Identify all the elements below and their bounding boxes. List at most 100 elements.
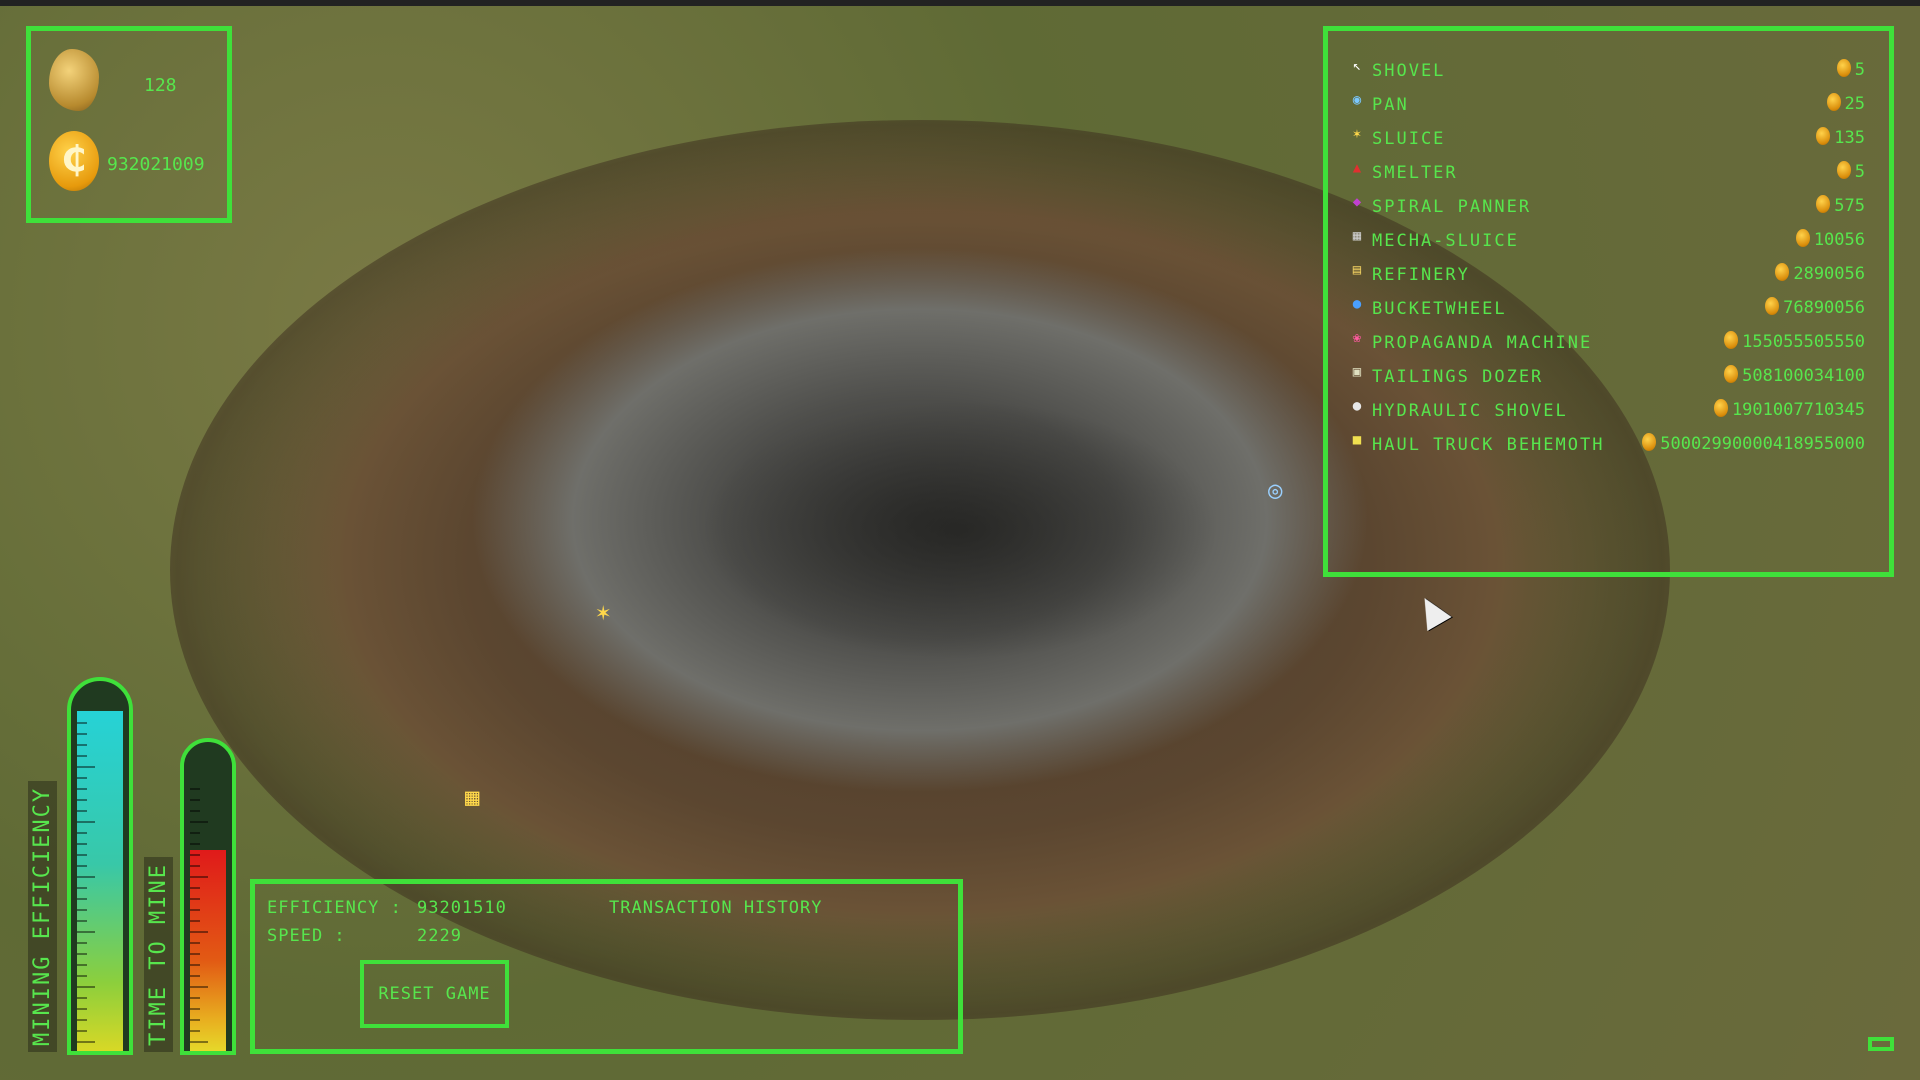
shop-item-cost: 135: [1816, 127, 1865, 148]
gauge-tick: [77, 997, 87, 999]
gauge-tick: [77, 755, 87, 757]
coin-icon: [1775, 263, 1790, 281]
pointer-icon: ↖: [1352, 58, 1362, 74]
shop-item-cost: 5: [1836, 161, 1865, 182]
shop-item-name: HYDRAULIC SHOVEL: [1372, 401, 1568, 421]
gauge-tick: [190, 920, 200, 922]
shop-item-tailings-dozer[interactable]: ▣ TAILINGS DOZER 508100034100: [1348, 363, 1865, 391]
shop-item-propaganda-machine[interactable]: ❀ PROPAGANDA MACHINE 155055505550: [1348, 329, 1865, 357]
shop-item-mecha-sluice[interactable]: ▦ MECHA-SLUICE 10056: [1348, 227, 1865, 255]
gauge-tick: [77, 854, 87, 856]
gauge-tick: [190, 975, 200, 977]
gauge-tick: [190, 986, 208, 988]
shop-item-spiral-panner[interactable]: ◆ SPIRAL PANNER 575: [1348, 193, 1865, 221]
gauge-tick: [190, 953, 200, 955]
gauge-tick: [190, 909, 200, 911]
mining-efficiency-fill: [77, 710, 123, 1051]
gauge-tick: [190, 887, 200, 889]
refinery-icon: ▤: [1352, 262, 1362, 278]
coin-icon: [1713, 399, 1728, 417]
gauge-tick: [77, 986, 95, 988]
mecha-sluice-unit-icon[interactable]: ▦: [465, 783, 479, 811]
gauge-tick: [190, 854, 200, 856]
shop-item-name: SPIRAL PANNER: [1372, 197, 1532, 217]
gold-nugget-count: 128: [144, 75, 177, 96]
gauge-tick: [77, 898, 87, 900]
dozer-icon: ▣: [1352, 364, 1362, 380]
gauge-tick: [77, 1008, 87, 1010]
shop-item-hydraulic-shovel[interactable]: ● HYDRAULIC SHOVEL 1901007710345: [1348, 397, 1865, 425]
shop-item-cost: 575: [1816, 195, 1865, 216]
gauge-tick: [190, 1008, 200, 1010]
shop-item-refinery[interactable]: ▤ REFINERY 2890056: [1348, 261, 1865, 289]
shop-item-name: SHOVEL: [1372, 61, 1446, 81]
gauge-tick: [190, 865, 200, 867]
gauge-tick: [190, 898, 200, 900]
gauge-tick: [77, 964, 87, 966]
mecha-sluice-icon: ▦: [1352, 228, 1362, 244]
coin-icon: [1836, 59, 1851, 77]
gauge-tick: [190, 931, 208, 933]
gauge-tick: [190, 832, 200, 834]
shop-item-bucketwheel[interactable]: ● BUCKETWHEEL 76890056: [1348, 295, 1865, 323]
shop-item-smelter[interactable]: ▲ SMELTER 5: [1348, 159, 1865, 187]
shop-item-cost: 25: [1826, 93, 1865, 114]
gauge-tick: [77, 777, 87, 779]
propaganda-icon: ❀: [1352, 330, 1362, 346]
sluice-unit-icon[interactable]: ✶: [596, 598, 610, 626]
shop-item-haul-truck-behemoth[interactable]: ■ HAUL TRUCK BEHEMOTH 500029900004189550…: [1348, 431, 1865, 459]
gauge-tick: [190, 876, 208, 878]
gauge-tick: [77, 821, 95, 823]
gauge-tick: [77, 865, 87, 867]
coin-icon: [1795, 229, 1810, 247]
gauge-tick: [77, 942, 87, 944]
shop-item-pan[interactable]: ◉ PAN 25: [1348, 91, 1865, 119]
gauge-tick: [77, 975, 87, 977]
coin-icon: [1826, 93, 1841, 111]
gauge-tick: [77, 799, 87, 801]
gauge-tick: [190, 964, 200, 966]
coin-icon: [1724, 331, 1739, 349]
gauge-tick: [190, 1030, 200, 1032]
shop-item-cost: 10056: [1795, 229, 1865, 250]
gauge-tick: [77, 810, 87, 812]
gauge-tick: [77, 832, 87, 834]
gauge-tick: [190, 788, 200, 790]
shop-item-name: REFINERY: [1372, 265, 1470, 285]
gauge-tick: [190, 997, 200, 999]
top-bar: [0, 0, 1920, 6]
shop-item-name: HAUL TRUCK BEHEMOTH: [1372, 435, 1605, 455]
coin-icon: [1816, 127, 1831, 145]
gauge-tick: [77, 1019, 87, 1021]
gauge-tick: [77, 766, 95, 768]
mining-efficiency-label: MINING EFFICIENCY: [28, 780, 57, 1052]
minimize-toggle[interactable]: [1868, 1037, 1894, 1051]
gauge-tick: [190, 799, 200, 801]
hydraulic-shovel-icon: ●: [1352, 398, 1362, 414]
gauge-tick: [190, 942, 200, 944]
shop-item-name: PAN: [1372, 95, 1409, 115]
shop-item-name: SMELTER: [1372, 163, 1458, 183]
transaction-history-link[interactable]: TRANSACTION HISTORY: [609, 898, 822, 918]
shop-item-shovel[interactable]: ↖ SHOVEL 5: [1348, 57, 1865, 85]
smelter-icon: ▲: [1352, 160, 1362, 176]
gauge-tick: [190, 810, 200, 812]
gauge-tick: [190, 1041, 208, 1043]
resources-panel: 128 ₵ 932021009: [26, 26, 232, 223]
gauge-tick: [77, 788, 87, 790]
shop-item-cost: 1901007710345: [1713, 399, 1865, 420]
coin-count: 932021009: [107, 154, 205, 175]
speed-label: SPEED :: [267, 926, 346, 946]
reset-game-button[interactable]: RESET GAME: [360, 960, 509, 1028]
gauge-tick: [190, 843, 200, 845]
gauge-tick: [77, 876, 95, 878]
shop-item-name: BUCKETWHEEL: [1372, 299, 1507, 319]
gauge-tick: [77, 920, 87, 922]
pan-icon: ◉: [1352, 92, 1362, 108]
pan-unit-icon[interactable]: ◎: [1268, 476, 1282, 504]
shop-item-name: SLUICE: [1372, 129, 1446, 149]
coin-icon: [1724, 365, 1739, 383]
gauge-tick: [77, 1041, 95, 1043]
shop-item-sluice[interactable]: ✶ SLUICE 135: [1348, 125, 1865, 153]
gauge-tick: [77, 909, 87, 911]
